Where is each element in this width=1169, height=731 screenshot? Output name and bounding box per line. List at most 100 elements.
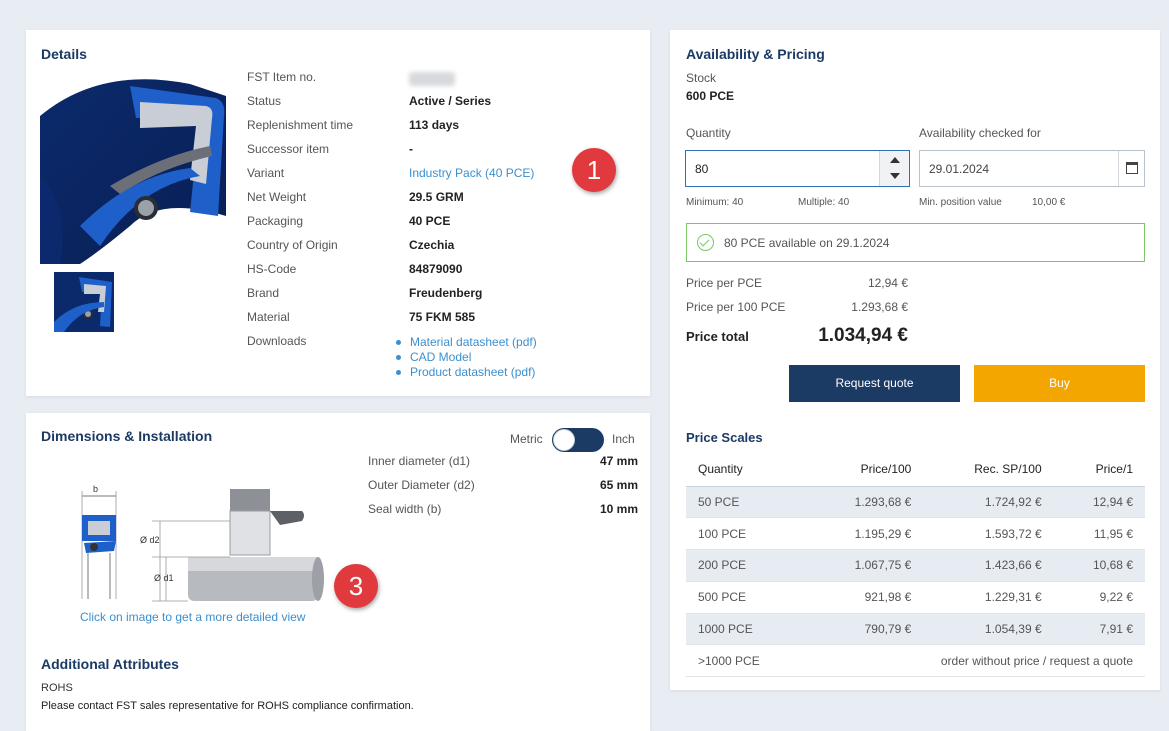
table-cell: >1000 PCE <box>686 644 809 678</box>
min-position-value: 10,00 € <box>1032 197 1066 208</box>
download-link-product-datasheet[interactable]: Product datasheet (pdf) <box>394 365 537 380</box>
unit-inch-label: Inch <box>612 432 635 446</box>
unit-toggle[interactable] <box>552 428 604 452</box>
drawing-label-b: b <box>93 484 99 494</box>
table-cell: 1.195,29 € <box>808 517 924 551</box>
detail-row-country: Country of Origin Czechia <box>247 238 647 258</box>
detail-row-net-weight: Net Weight 29.5 GRM <box>247 190 647 210</box>
detail-value: 75 FKM 585 <box>409 310 476 324</box>
column-header: Quantity <box>686 453 809 487</box>
detailed-view-link[interactable]: Click on image to get a more detailed vi… <box>80 610 305 624</box>
minimum-text: Minimum: 40 <box>686 197 744 208</box>
quantity-input[interactable]: 80 <box>685 150 910 187</box>
dim-label: Inner diameter (d1) <box>368 454 471 468</box>
quantity-stepper[interactable] <box>879 151 909 186</box>
additional-attributes-title: Additional Attributes <box>41 656 179 672</box>
table-cell: 921,98 € <box>808 581 924 614</box>
dim-row-seal-width: Seal width (b) 10 mm <box>368 502 638 520</box>
dim-row-outer-diameter: Outer Diameter (d2) 65 mm <box>368 478 638 496</box>
detail-label: FST Item no. <box>247 70 317 84</box>
detail-row-packaging: Packaging 40 PCE <box>247 214 647 234</box>
table-row: 50 PCE 1.293,68 € 1.724,92 € 12,94 € <box>686 486 1145 519</box>
price-per-100-value: 1.293,68 € <box>851 300 908 314</box>
dimensions-card: Dimensions & Installation Metric Inch In… <box>26 413 650 731</box>
table-cell: 500 PCE <box>686 581 809 614</box>
toggle-knob <box>553 429 575 451</box>
price-scales-table: Quantity Price/100 Rec. SP/100 Price/1 5… <box>686 453 1145 678</box>
detail-row-replenishment: Replenishment time 113 days <box>247 118 647 138</box>
unit-metric-label: Metric <box>510 432 543 446</box>
table-cell: 7,91 € <box>1053 613 1145 646</box>
availability-title: Availability & Pricing <box>686 46 825 62</box>
download-link-cad-model[interactable]: CAD Model <box>394 350 537 365</box>
detail-value: 40 PCE <box>409 214 451 228</box>
drawing-label-d1: Ø d1 <box>154 573 174 583</box>
detail-row-hs-code: HS-Code 84879090 <box>247 262 647 282</box>
dim-value: 65 mm <box>599 478 638 492</box>
availability-message: 80 PCE available on 29.1.2024 <box>724 236 890 250</box>
detail-label: Brand <box>247 286 280 300</box>
price-total-label: Price total <box>686 329 749 344</box>
annotation-marker-1: 1 <box>572 148 616 192</box>
table-cell: 1.054,39 € <box>923 613 1054 646</box>
check-circle-icon <box>697 234 714 251</box>
buy-button[interactable]: Buy <box>974 365 1145 402</box>
table-cell: 9,22 € <box>1053 581 1145 614</box>
detail-value: Freudenberg <box>409 286 483 300</box>
product-thumbnail[interactable] <box>54 272 114 332</box>
detail-row-item-no: FST Item no. <box>247 70 647 90</box>
table-cell: 100 PCE <box>686 517 809 551</box>
drawing-label-d2: Ø d2 <box>140 535 160 545</box>
availability-date-input[interactable]: 29.01.2024 <box>919 150 1145 187</box>
table-row: >1000 PCE order without price / request … <box>686 644 1145 678</box>
dim-value: 10 mm <box>599 502 638 516</box>
detail-value: 29.5 GRM <box>409 190 464 204</box>
table-cell: 790,79 € <box>808 613 924 646</box>
detail-label: Material <box>247 310 290 324</box>
download-link-material-datasheet[interactable]: Material datasheet (pdf) <box>394 335 537 350</box>
calendar-icon[interactable] <box>1118 151 1144 186</box>
price-scales-title: Price Scales <box>686 430 763 445</box>
detail-row-material: Material 75 FKM 585 <box>247 310 647 330</box>
request-quote-button[interactable]: Request quote <box>789 365 960 402</box>
detail-value: Czechia <box>409 238 455 252</box>
table-cell: 1.229,31 € <box>923 581 1054 614</box>
date-value: 29.01.2024 <box>929 162 990 176</box>
price-per-pce-label: Price per PCE <box>686 276 763 290</box>
detail-row-status: Status Active / Series <box>247 94 647 114</box>
availability-card: Availability & Pricing Stock 600 PCE Qua… <box>670 30 1160 690</box>
detail-label: Packaging <box>247 214 304 228</box>
table-row: 200 PCE 1.067,75 € 1.423,66 € 10,68 € <box>686 549 1145 582</box>
detail-label: Country of Origin <box>247 238 338 252</box>
detail-label: Downloads <box>247 334 307 348</box>
detail-label: Successor item <box>247 142 330 156</box>
details-title: Details <box>41 46 87 62</box>
table-cell: 11,95 € <box>1053 517 1145 551</box>
quantity-value: 80 <box>695 162 709 176</box>
detail-value: Active / Series <box>409 94 492 108</box>
annotation-marker-3: 3 <box>334 564 378 608</box>
detail-row-brand: Brand Freudenberg <box>247 286 647 306</box>
stepper-up-icon[interactable] <box>890 157 900 163</box>
detail-label: HS-Code <box>247 262 297 276</box>
table-cell: 50 PCE <box>686 486 809 519</box>
detail-label: Variant <box>247 166 285 180</box>
dim-row-inner-diameter: Inner diameter (d1) 47 mm <box>368 454 638 472</box>
column-header: Rec. SP/100 <box>923 453 1054 487</box>
table-cell: 12,94 € <box>1053 486 1145 519</box>
detail-label: Status <box>247 94 282 108</box>
detail-label: Net Weight <box>247 190 307 204</box>
column-header: Price/100 <box>808 453 924 487</box>
product-image[interactable] <box>40 76 226 264</box>
stepper-down-icon[interactable] <box>890 173 900 179</box>
availability-status-box: 80 PCE available on 29.1.2024 <box>686 223 1145 262</box>
dim-value: 47 mm <box>599 454 638 468</box>
variant-link[interactable]: Industry Pack (40 PCE) <box>409 166 534 180</box>
quantity-label: Quantity <box>686 126 731 140</box>
price-total-value: 1.034,94 € <box>818 325 908 346</box>
rohs-text: Please contact FST sales representative … <box>41 700 414 712</box>
table-cell: 10,68 € <box>1053 549 1145 582</box>
table-row: 100 PCE 1.195,29 € 1.593,72 € 11,95 € <box>686 517 1145 551</box>
detail-label: Replenishment time <box>247 118 354 132</box>
installation-drawing[interactable]: b Ø d2 Ø d1 <box>70 481 330 609</box>
